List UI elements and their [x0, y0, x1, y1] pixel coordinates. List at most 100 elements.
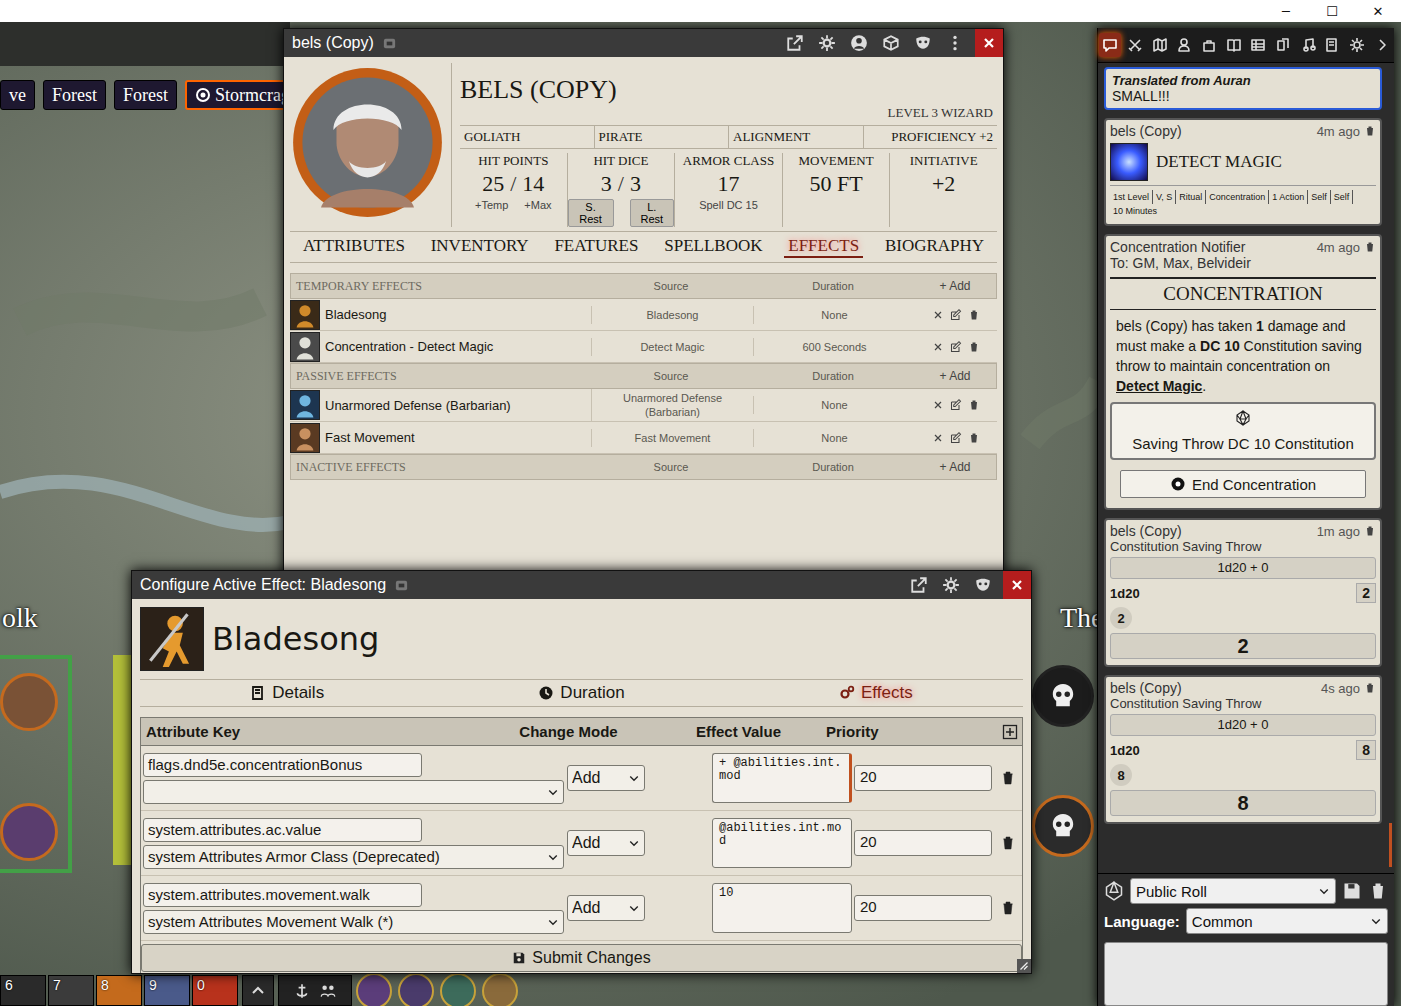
effect-config-window[interactable]: Configure Active Effect: BladesongBlades…	[131, 570, 1032, 974]
config-tab[interactable]: Effects	[729, 683, 1023, 703]
close-button[interactable]	[1003, 571, 1031, 599]
detail-field[interactable]: PROFICIENCY +2	[864, 126, 998, 148]
close-button[interactable]	[975, 29, 1003, 57]
language-select[interactable]: Common	[1186, 908, 1388, 934]
macro-slot[interactable]: 8	[96, 975, 142, 1006]
sheet-tab[interactable]: INVENTORY	[427, 236, 533, 258]
party-portrait[interactable]	[482, 973, 518, 1006]
token[interactable]	[0, 803, 58, 861]
mask-icon[interactable]	[974, 576, 992, 594]
edit-icon[interactable]	[950, 309, 962, 321]
trash-icon[interactable]	[1000, 900, 1016, 916]
cards-tab[interactable]	[1272, 33, 1294, 57]
settings-tab[interactable]	[1346, 33, 1368, 57]
roll-formula[interactable]: 1d20 + 0	[1110, 557, 1376, 579]
players-icon[interactable]	[319, 982, 337, 1000]
scrollbar[interactable]	[1389, 823, 1392, 867]
gear-icon[interactable]	[942, 576, 960, 594]
collapse-tab[interactable]	[1371, 33, 1393, 57]
add-effect-button[interactable]: + Add	[914, 279, 996, 293]
combat-tab[interactable]	[1124, 33, 1146, 57]
trash-icon[interactable]	[968, 309, 980, 321]
window-header[interactable]: bels (Copy)	[284, 29, 1003, 57]
add-change-icon[interactable]	[1002, 724, 1018, 740]
macro-slot[interactable]: 6	[0, 975, 46, 1006]
priority-input[interactable]: 20	[854, 895, 992, 921]
party-portrait[interactable]	[398, 973, 434, 1006]
attribute-key-select[interactable]: system Attributes Movement Walk (*)	[143, 910, 564, 934]
sheet-tab[interactable]: BIOGRAPHY	[881, 236, 988, 258]
effect-value-textarea[interactable]: 10	[712, 883, 852, 933]
saving-throw-button[interactable]: Saving Throw DC 10 Constitution	[1110, 402, 1376, 460]
trash-icon[interactable]	[1368, 881, 1388, 901]
delete-message-icon[interactable]	[1364, 682, 1376, 694]
change-mode-select[interactable]: Add	[567, 830, 645, 856]
delete-message-icon[interactable]	[1364, 125, 1376, 137]
uuid-icon[interactable]	[382, 36, 397, 51]
edit-icon[interactable]	[950, 432, 962, 444]
config-tab[interactable]: Duration	[434, 683, 728, 703]
skull-token[interactable]	[1032, 665, 1094, 727]
sheet-tab[interactable]: EFFECTS	[784, 236, 863, 258]
edit-icon[interactable]	[950, 341, 962, 353]
toggle-x-icon[interactable]	[932, 341, 944, 353]
edit-icon[interactable]	[950, 399, 962, 411]
detail-field[interactable]: GOLIATH	[460, 126, 595, 148]
toggle-x-icon[interactable]	[932, 309, 944, 321]
toggle-x-icon[interactable]	[932, 399, 944, 411]
detail-field[interactable]: PIRATE	[595, 126, 730, 148]
scene-tab[interactable]: Forest	[43, 80, 106, 110]
macro-slot[interactable]: 0	[192, 975, 238, 1006]
sheet-tab[interactable]: FEATURES	[550, 236, 642, 258]
items-tab[interactable]	[1198, 33, 1220, 57]
stat-value[interactable]: 25/14	[482, 169, 544, 199]
skull-token[interactable]	[1032, 795, 1094, 857]
change-mode-select[interactable]: Add	[567, 765, 645, 791]
token-icon[interactable]	[882, 34, 900, 52]
compendium-tab[interactable]	[1321, 33, 1343, 57]
effect-value-textarea[interactable]: + @abilities.int.mod	[712, 753, 852, 803]
toggle-x-icon[interactable]	[932, 432, 944, 444]
uuid-icon[interactable]	[394, 578, 409, 593]
effect-row[interactable]: Concentration - Detect MagicDetect Magic…	[290, 331, 997, 363]
attribute-key-input[interactable]: system.attributes.movement.walk	[143, 883, 422, 907]
anchor-icon[interactable]	[293, 982, 311, 1000]
d20-icon[interactable]	[1104, 881, 1124, 901]
sheet-tab[interactable]: SPELLBOOK	[660, 236, 766, 258]
tables-tab[interactable]	[1247, 33, 1269, 57]
effect-row[interactable]: BladesongBladesongNone	[290, 299, 997, 331]
effect-row[interactable]: Fast MovementFast MovementNone	[290, 422, 997, 454]
trash-icon[interactable]	[1000, 770, 1016, 786]
trash-icon[interactable]	[968, 432, 980, 444]
attribute-key-select[interactable]: system Attributes Armor Class (Deprecate…	[143, 845, 564, 869]
minimize-button[interactable]: ─	[1263, 0, 1309, 22]
os-close-button[interactable]: ✕	[1355, 0, 1401, 22]
popout-icon[interactable]	[786, 34, 804, 52]
priority-input[interactable]: 20	[854, 765, 992, 791]
character-name[interactable]: BELS (COPY)	[460, 75, 997, 105]
journal-tab[interactable]	[1223, 33, 1245, 57]
add-effect-button[interactable]: + Add	[914, 369, 996, 383]
effect-image[interactable]	[140, 607, 204, 671]
effect-value-textarea[interactable]: @abilities.int.mod	[712, 818, 852, 868]
scenes-tab[interactable]	[1149, 33, 1171, 57]
config-tab[interactable]: Details	[140, 683, 434, 703]
submit-button[interactable]: Submit Changes	[141, 944, 1022, 972]
party-portrait[interactable]	[356, 973, 392, 1006]
macro-slot[interactable]: 7	[48, 975, 94, 1006]
add-effect-button[interactable]: + Add	[914, 460, 996, 474]
rest-button[interactable]: L. Rest	[630, 199, 675, 227]
change-mode-select[interactable]: Add	[567, 895, 645, 921]
user-icon[interactable]	[850, 34, 868, 52]
roll-mode-select[interactable]: Public Roll	[1130, 878, 1336, 904]
party-portrait[interactable]	[440, 973, 476, 1006]
roll-formula[interactable]: 1d20 + 0	[1110, 714, 1376, 736]
stat-value[interactable]: +2	[932, 169, 955, 199]
maximize-button[interactable]: ☐	[1309, 0, 1355, 22]
priority-input[interactable]: 20	[854, 830, 992, 856]
hotbar-collapse-button[interactable]	[242, 975, 274, 1006]
window-header[interactable]: Configure Active Effect: Bladesong	[132, 571, 1031, 599]
actors-tab[interactable]	[1173, 33, 1195, 57]
stat-value[interactable]: 50 FT	[809, 169, 862, 199]
end-concentration-button[interactable]: End Concentration	[1120, 470, 1366, 498]
